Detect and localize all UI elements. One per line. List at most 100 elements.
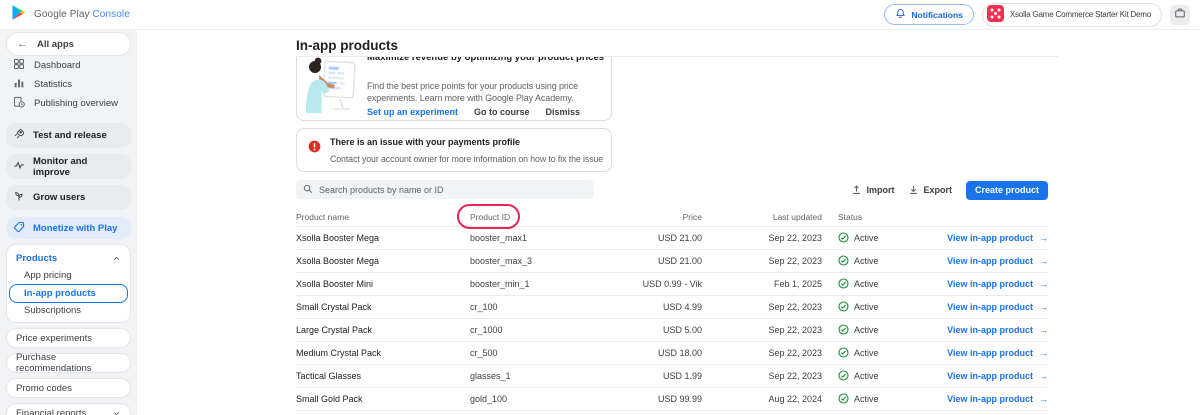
- table-row[interactable]: Tactical Glasses glasses_1 USD 1.99 Sep …: [296, 365, 1048, 388]
- table-row[interactable]: Xsolla Booster Mini booster_min_1 USD 0.…: [296, 273, 1048, 296]
- upload-icon: [851, 184, 862, 197]
- sidebar-item-monetize-with-play[interactable]: Monetize with Play: [6, 217, 131, 239]
- play-triangle-icon: [10, 4, 27, 26]
- sidebar-item-label: Financial reports: [16, 408, 86, 415]
- notifications-button[interactable]: Notifications: [884, 4, 973, 25]
- last-updated-cell: Sep 22, 2023: [702, 256, 822, 266]
- header-price: Price: [580, 212, 702, 222]
- rocket-icon: [13, 128, 25, 143]
- status-cell: Active: [822, 255, 918, 268]
- sidebar-item-promo-codes[interactable]: Promo codes: [6, 378, 131, 398]
- last-updated-cell: Sep 22, 2023: [702, 371, 822, 381]
- promo-banner-clip: Maximize revenue by optimizing your prod…: [296, 57, 612, 121]
- dismiss-link[interactable]: Dismiss: [546, 107, 581, 117]
- search-input[interactable]: [319, 185, 587, 195]
- publishing-overview-icon: [13, 96, 25, 111]
- price-cell: USD 21.00: [580, 256, 702, 266]
- view-product-link[interactable]: View in-app product →: [918, 371, 1048, 381]
- sidebar-item-test-and-release[interactable]: Test and release: [6, 123, 131, 148]
- view-product-label: View in-app product: [947, 279, 1033, 289]
- table-row[interactable]: Small Gold Pack gold_100 USD 99.99 Aug 2…: [296, 388, 1048, 411]
- import-label: Import: [866, 185, 894, 195]
- product-id-cell: booster_max_3: [470, 256, 580, 266]
- arrow-right-icon: →: [1039, 302, 1048, 312]
- sidebar-item-publishing-overview[interactable]: Publishing overview: [6, 94, 131, 113]
- view-product-link[interactable]: View in-app product →: [918, 348, 1048, 358]
- download-icon: [908, 184, 919, 197]
- page-title: In-app products: [296, 38, 398, 53]
- view-product-link[interactable]: View in-app product →: [918, 302, 1048, 312]
- view-product-link[interactable]: View in-app product →: [918, 233, 1048, 243]
- set-up-experiment-link[interactable]: Set up an experiment: [367, 107, 458, 117]
- last-updated-cell: Feb 1, 2025: [702, 279, 822, 289]
- view-product-label: View in-app product: [947, 394, 1033, 404]
- sidebar-item-label: Price experiments: [16, 333, 92, 344]
- all-apps-back-button[interactable]: ← All apps: [6, 32, 131, 56]
- view-product-link[interactable]: View in-app product →: [918, 394, 1048, 404]
- table-header-row: Product name Product ID Price Last updat…: [296, 208, 1048, 227]
- sidebar-item-label: Subscriptions: [24, 305, 81, 316]
- status-label: Active: [854, 371, 879, 381]
- search-icon: [303, 181, 313, 199]
- sidebar-section-products[interactable]: Products: [9, 248, 128, 268]
- product-id-cell: glasses_1: [470, 371, 580, 381]
- sidebar-item-in-app-products[interactable]: In-app products: [9, 284, 128, 303]
- table-row[interactable]: Xsolla Booster Mega booster_max_3 USD 21…: [296, 250, 1048, 273]
- sidebar-item-subscriptions[interactable]: Subscriptions: [9, 303, 128, 319]
- sidebar-item-label: Promo codes: [16, 383, 72, 394]
- last-updated-cell: Sep 22, 2023: [702, 325, 822, 335]
- price-cell: USD 99.99: [580, 394, 702, 404]
- sidebar-item-statistics[interactable]: Statistics: [6, 75, 131, 94]
- sidebar-item-label: Monitor and improve: [33, 156, 124, 178]
- product-id-cell: booster_max1: [470, 233, 580, 243]
- status-label: Active: [854, 233, 879, 243]
- table-row[interactable]: Xsolla Booster Mega booster_max1 USD 21.…: [296, 227, 1048, 250]
- product-name-cell: Small Gold Pack: [296, 394, 470, 404]
- view-product-link[interactable]: View in-app product →: [918, 256, 1048, 266]
- price-cell: USD 1.99: [580, 371, 702, 381]
- export-button[interactable]: Export: [908, 184, 952, 197]
- archive-button[interactable]: [1170, 5, 1190, 25]
- check-circle-icon: [838, 278, 849, 291]
- sidebar-item-price-experiments[interactable]: Price experiments: [6, 328, 131, 348]
- status-label: Active: [854, 325, 879, 335]
- sidebar-item-label: App pricing: [24, 270, 72, 281]
- all-apps-label: All apps: [37, 39, 74, 50]
- promo-text-block: Maximize revenue by optimizing your prod…: [367, 57, 612, 120]
- main-content: In-app products: [137, 30, 1200, 415]
- product-name-cell: Large Crystal Pack: [296, 325, 470, 335]
- sidebar-item-financial-reports[interactable]: Financial reports: [6, 403, 131, 415]
- sidebar-item-purchase-recommendations[interactable]: Purchase recommendations: [6, 353, 131, 373]
- arrow-right-icon: →: [1039, 256, 1048, 266]
- status-cell: Active: [822, 324, 918, 337]
- check-circle-icon: [838, 232, 849, 245]
- status-cell: Active: [822, 278, 918, 291]
- sidebar-item-app-pricing[interactable]: App pricing: [9, 268, 128, 284]
- view-product-label: View in-app product: [947, 233, 1033, 243]
- import-button[interactable]: Import: [851, 184, 894, 197]
- last-updated-cell: Aug 22, 2024: [702, 394, 822, 404]
- status-cell: Active: [822, 370, 918, 383]
- view-product-link[interactable]: View in-app product →: [918, 325, 1048, 335]
- table-row[interactable]: Large Crystal Pack cr_1000 USD 5.00 Sep …: [296, 319, 1048, 342]
- sidebar-item-grow-users[interactable]: Grow users: [6, 185, 131, 210]
- table-row[interactable]: Medium Crystal Pack cr_500 USD 18.00 Sep…: [296, 342, 1048, 365]
- google-play-console-logo[interactable]: Google Play Console: [10, 4, 130, 26]
- go-to-course-link[interactable]: Go to course: [474, 107, 530, 117]
- arrow-right-icon: →: [1039, 325, 1048, 335]
- sidebar-item-label: In-app products: [24, 288, 96, 299]
- sidebar-item-dashboard[interactable]: Dashboard: [6, 56, 131, 75]
- sidebar-item-monitor-and-improve[interactable]: Monitor and improve: [6, 154, 131, 179]
- status-cell: Active: [822, 232, 918, 245]
- view-product-link[interactable]: View in-app product →: [918, 279, 1048, 289]
- app-selector[interactable]: Xsolla Game Commerce Starter Kit Demo: [982, 3, 1162, 27]
- table-row[interactable]: Small Crystal Pack cr_100 USD 4.99 Sep 2…: [296, 296, 1048, 319]
- sidebar-item-label: Dashboard: [34, 60, 80, 71]
- create-product-button[interactable]: Create product: [966, 181, 1048, 200]
- status-label: Active: [854, 302, 879, 312]
- status-label: Active: [854, 279, 879, 289]
- products-section-label: Products: [16, 253, 57, 264]
- bell-icon: [895, 8, 906, 21]
- product-name-cell: Medium Crystal Pack: [296, 348, 470, 358]
- price-cell: USD 5.00: [580, 325, 702, 335]
